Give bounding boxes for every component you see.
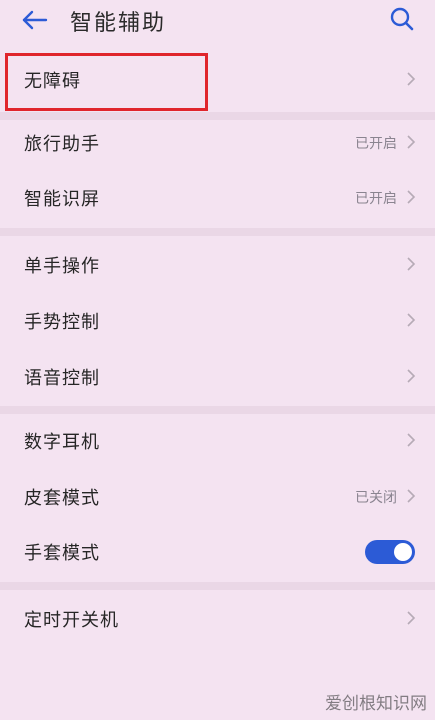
settings-item-one-handed-mode[interactable]: 单手操作 xyxy=(0,240,435,290)
item-label: 单手操作 xyxy=(24,256,100,277)
item-label: 定时开关机 xyxy=(24,610,119,631)
item-label: 手套模式 xyxy=(24,543,100,564)
watermark: 爱创根知识网 xyxy=(325,694,427,714)
item-label: 无障碍 xyxy=(24,71,81,92)
search-icon xyxy=(390,7,414,31)
item-label: 语音控制 xyxy=(24,368,100,389)
chevron-right-icon xyxy=(407,369,416,383)
chevron-right-icon xyxy=(407,489,416,503)
settings-item-travel-assistant[interactable]: 旅行助手 已开启 xyxy=(0,118,435,168)
settings-item-glove-mode: 手套模式 xyxy=(0,527,435,577)
item-status: 已开启 xyxy=(355,136,397,152)
back-arrow-icon xyxy=(22,10,48,30)
settings-item-voice-control[interactable]: 语音控制 xyxy=(0,352,435,402)
back-button[interactable] xyxy=(18,4,54,36)
toggle-knob xyxy=(394,543,412,561)
settings-item-accessibility[interactable]: 无障碍 xyxy=(0,55,435,105)
settings-item-smart-screen-recognition[interactable]: 智能识屏 已开启 xyxy=(0,173,435,223)
divider xyxy=(0,228,435,236)
item-status: 已开启 xyxy=(355,191,397,207)
item-label: 手势控制 xyxy=(24,312,100,333)
settings-item-scheduled-power[interactable]: 定时开关机 xyxy=(0,594,435,644)
item-label: 旅行助手 xyxy=(24,134,100,155)
chevron-right-icon xyxy=(407,433,416,447)
glove-mode-toggle[interactable] xyxy=(365,540,415,564)
item-label: 数字耳机 xyxy=(24,432,100,453)
settings-item-digital-earphones[interactable]: 数字耳机 xyxy=(0,416,435,466)
page-title: 智能辅助 xyxy=(70,11,167,36)
item-label: 智能识屏 xyxy=(24,189,100,210)
chevron-right-icon xyxy=(407,135,416,149)
divider xyxy=(0,582,435,590)
chevron-right-icon xyxy=(407,257,416,271)
app-header: 智能辅助 xyxy=(0,0,435,40)
settings-item-cover-mode[interactable]: 皮套模式 已关闭 xyxy=(0,472,435,522)
item-label: 皮套模式 xyxy=(24,488,100,509)
chevron-right-icon xyxy=(407,313,416,327)
search-button[interactable] xyxy=(387,4,417,34)
chevron-right-icon xyxy=(407,72,416,86)
item-status: 已关闭 xyxy=(355,490,397,506)
chevron-right-icon xyxy=(407,611,416,625)
divider xyxy=(0,406,435,414)
settings-item-gesture-control[interactable]: 手势控制 xyxy=(0,296,435,346)
chevron-right-icon xyxy=(407,190,416,204)
